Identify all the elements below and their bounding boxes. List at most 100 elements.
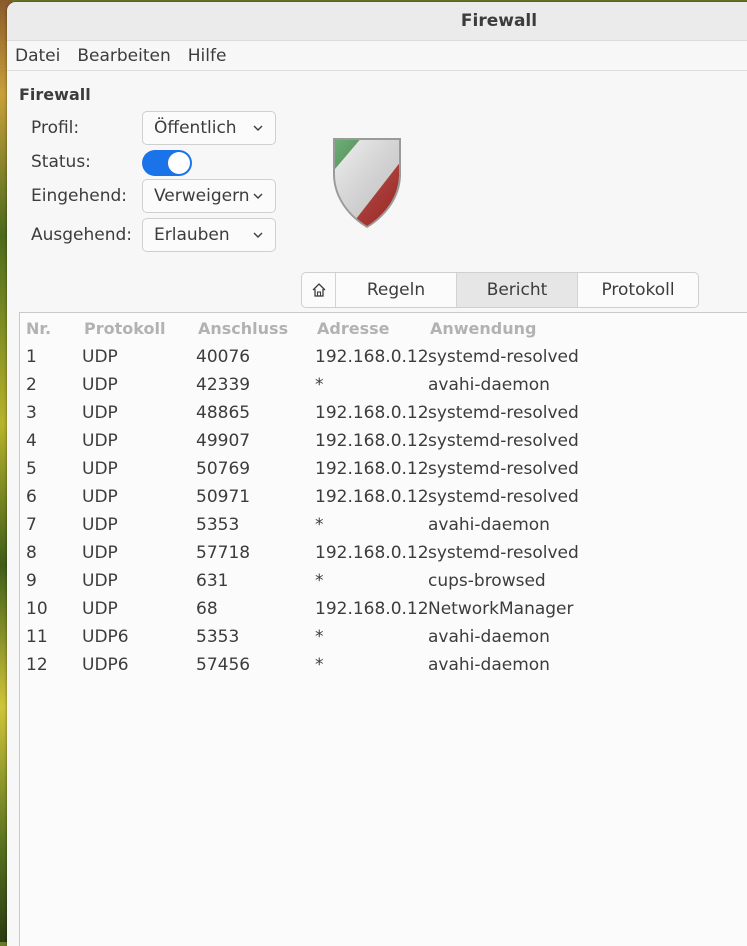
row-protocol: UDP [82,543,118,563]
row-nr: 10 [26,599,48,619]
row-address: 192.168.0.12 [315,403,429,423]
row-protocol: UDP [82,487,118,507]
row-address: * [315,375,324,395]
row-application: cups-browsed [428,571,546,591]
row-protocol: UDP6 [82,627,129,647]
switch-knob [168,152,190,174]
row-nr: 11 [26,627,48,647]
row-address: * [315,571,324,591]
row-application: NetworkManager [428,599,574,619]
status-label: Status: [31,152,91,172]
table-row[interactable]: 6 UDP 50971 192.168.0.12 systemd-resolved [20,483,747,511]
window-title: Firewall [460,11,538,31]
table-row[interactable]: 7 UDP 5353 * avahi-daemon [20,511,747,539]
row-protocol: UDP [82,431,118,451]
row-address: * [315,515,324,535]
column-header-address[interactable]: Adresse [317,315,389,343]
row-address: * [315,655,324,675]
tab-report[interactable]: Bericht [456,273,577,307]
row-port: 48865 [196,403,251,423]
row-port: 40076 [196,347,251,367]
column-header-protocol[interactable]: Protokoll [84,315,165,343]
outgoing-label: Ausgehend: [31,225,133,245]
table-row[interactable]: 10 UDP 68 192.168.0.12 NetworkManager [20,595,747,623]
tab-home[interactable] [302,273,335,307]
row-port: 50971 [196,487,251,507]
row-application: systemd-resolved [428,431,579,451]
row-application: systemd-resolved [428,487,579,507]
column-header-nr[interactable]: Nr. [26,315,51,343]
firewall-window: Firewall Datei Bearbeiten Hilfe Firewall… [7,2,747,946]
table-row[interactable]: 11 UDP6 5353 * avahi-daemon [20,623,747,651]
row-port: 49907 [196,431,251,451]
profile-value: Öffentlich [154,118,237,138]
row-port: 5353 [196,627,240,647]
column-header-port[interactable]: Anschluss [198,315,288,343]
row-port: 68 [196,599,218,619]
row-protocol: UDP [82,347,118,367]
row-address: 192.168.0.12 [315,487,429,507]
column-header-application[interactable]: Anwendung [430,315,536,343]
row-nr: 7 [26,515,37,535]
row-protocol: UDP [82,571,118,591]
chevron-down-icon [253,193,263,199]
row-application: avahi-daemon [428,655,550,675]
row-protocol: UDP [82,599,118,619]
row-protocol: UDP [82,375,118,395]
row-address: 192.168.0.12 [315,543,429,563]
table-row[interactable]: 9 UDP 631 * cups-browsed [20,567,747,595]
menu-datei[interactable]: Datei [15,46,60,66]
tab-log[interactable]: Protokoll [577,273,698,307]
firewall-shield-icon [333,138,401,228]
row-nr: 9 [26,571,37,591]
row-application: avahi-daemon [428,627,550,647]
table-header: Nr. Protokoll Anschluss Adresse Anwendun… [20,315,747,343]
row-protocol: UDP [82,515,118,535]
row-nr: 5 [26,459,37,479]
row-port: 57718 [196,543,251,563]
row-protocol: UDP [82,459,118,479]
menu-bearbeiten[interactable]: Bearbeiten [77,46,170,66]
section-title: Firewall [19,85,91,104]
chevron-down-icon [253,125,263,131]
incoming-value: Verweigern [154,186,250,206]
row-port: 42339 [196,375,251,395]
row-address: 192.168.0.12 [315,599,429,619]
incoming-combo[interactable]: Verweigern [142,179,276,213]
home-icon [312,283,325,297]
row-address: * [315,627,324,647]
row-nr: 2 [26,375,37,395]
tab-rules[interactable]: Regeln [335,273,456,307]
view-tabs: Regeln Bericht Protokoll [301,272,699,308]
row-nr: 6 [26,487,37,507]
row-address: 192.168.0.12 [315,347,429,367]
incoming-label: Eingehend: [31,186,128,206]
menu-bar: Datei Bearbeiten Hilfe [7,41,747,71]
outgoing-value: Erlauben [154,225,230,245]
row-application: avahi-daemon [428,375,550,395]
row-protocol: UDP [82,403,118,423]
table-row[interactable]: 12 UDP6 57456 * avahi-daemon [20,651,747,679]
row-port: 5353 [196,515,240,535]
row-application: systemd-resolved [428,459,579,479]
table-row[interactable]: 3 UDP 48865 192.168.0.12 systemd-resolved [20,399,747,427]
profile-label: Profil: [31,118,80,138]
table-row[interactable]: 8 UDP 57718 192.168.0.12 systemd-resolved [20,539,747,567]
table-row[interactable]: 1 UDP 40076 192.168.0.12 systemd-resolved [20,343,747,371]
status-switch[interactable] [142,150,192,176]
profile-combo[interactable]: Öffentlich [142,111,276,145]
row-nr: 3 [26,403,37,423]
row-application: avahi-daemon [428,515,550,535]
outgoing-combo[interactable]: Erlauben [142,218,276,252]
title-bar[interactable]: Firewall [7,2,747,41]
chevron-down-icon [253,232,263,238]
table-row[interactable]: 5 UDP 50769 192.168.0.12 systemd-resolved [20,455,747,483]
row-address: 192.168.0.12 [315,459,429,479]
table-row[interactable]: 4 UDP 49907 192.168.0.12 systemd-resolved [20,427,747,455]
row-port: 50769 [196,459,251,479]
row-nr: 12 [26,655,48,675]
row-application: systemd-resolved [428,403,579,423]
row-port: 57456 [196,655,251,675]
menu-hilfe[interactable]: Hilfe [188,46,227,66]
table-row[interactable]: 2 UDP 42339 * avahi-daemon [20,371,747,399]
